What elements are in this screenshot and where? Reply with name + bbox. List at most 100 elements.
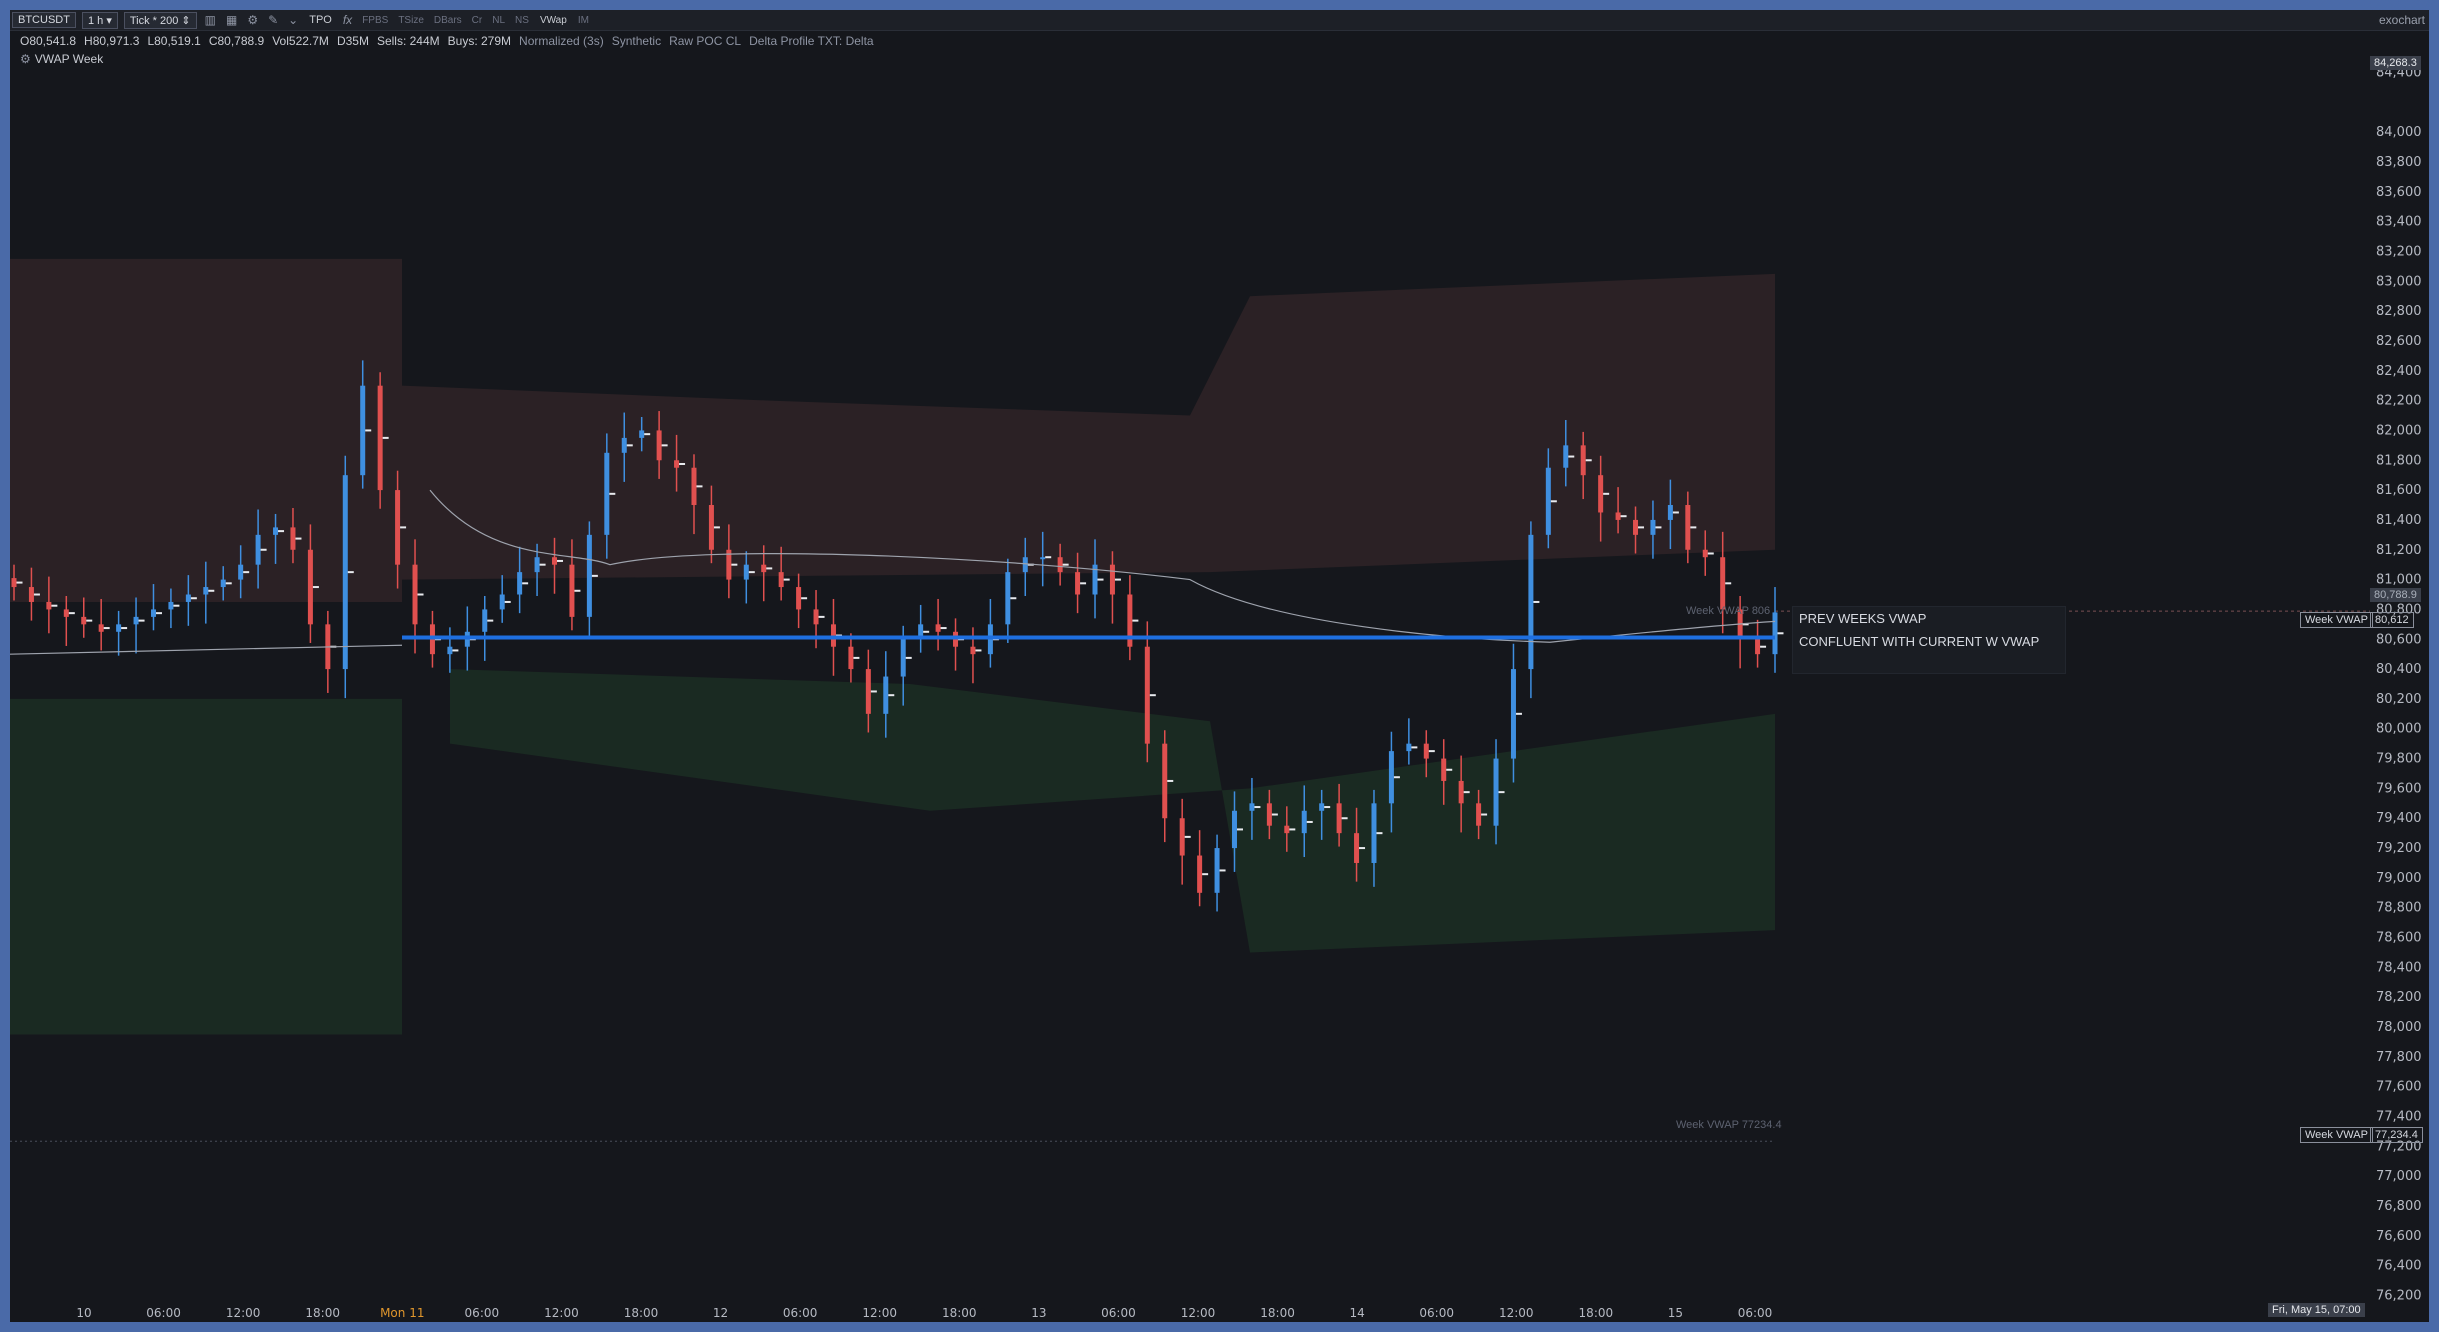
price-tick-label: 80,200 <box>2376 692 2422 707</box>
prev-vwap-chart-label: Week VWAP 77234.4 <box>1676 1119 1782 1131</box>
candle-body <box>1563 445 1569 468</box>
price-tick-label: 77,800 <box>2376 1050 2422 1065</box>
poc-marker <box>940 627 947 630</box>
tool-nl[interactable]: NL <box>490 15 507 26</box>
poc-marker <box>504 600 511 603</box>
symbol-selector[interactable]: BTCUSDT <box>12 12 76 28</box>
poc-marker <box>1167 779 1174 782</box>
candle-body <box>656 430 662 461</box>
candle-body <box>307 549 313 625</box>
candle-body <box>1214 848 1220 893</box>
prev-vwap-value-tag: 77,234.4 <box>2370 1127 2423 1143</box>
candle-body <box>1493 758 1499 826</box>
grid-icon[interactable]: ▦ <box>224 13 239 27</box>
candle-body <box>1458 780 1464 804</box>
price-tick-label: 77,600 <box>2376 1080 2422 1095</box>
tool-dbars[interactable]: DBars <box>432 15 464 26</box>
price-axis[interactable]: 84,40084,00083,80083,60083,40083,20083,0… <box>2370 30 2429 1304</box>
tool-tsize[interactable]: TSize <box>396 15 426 26</box>
time-tick-label: 18:00 <box>1260 1306 1295 1320</box>
chevron-down-icon: ▾ <box>106 14 112 27</box>
poc-marker <box>905 656 912 659</box>
candle-body <box>360 385 366 476</box>
poc-marker <box>1603 492 1610 495</box>
price-tick-label: 81,000 <box>2376 573 2422 588</box>
poc-marker <box>295 537 302 540</box>
poc-marker <box>975 649 982 652</box>
candle-body <box>1667 505 1673 520</box>
brand-label: exochart <box>2378 13 2425 27</box>
candle-body <box>273 527 279 535</box>
price-chart[interactable]: 84,40084,00083,80083,60083,40083,20083,0… <box>10 10 2429 1322</box>
poc-marker <box>103 627 110 630</box>
gear-icon[interactable]: ⚙ <box>20 52 31 66</box>
candle-body <box>796 587 802 610</box>
buys-value: Buys: 279M <box>447 34 512 48</box>
candle-body <box>1545 467 1551 535</box>
poc-marker <box>1184 835 1191 838</box>
vwap-value-tag: 80,612 <box>2370 612 2414 628</box>
candle-body <box>98 624 104 632</box>
close-value: C80,788.9 <box>208 34 265 48</box>
poc-marker <box>382 436 389 439</box>
candle-body <box>290 527 296 550</box>
settings-icon[interactable]: ⚙ <box>245 13 260 27</box>
poc-marker <box>766 567 773 570</box>
annotation-box[interactable]: PREV WEEKS VWAP CONFLUENT WITH CURRENT W… <box>1792 606 2066 674</box>
candle-body <box>46 601 52 610</box>
indicator-legend[interactable]: ⚙ VWAP Week <box>20 52 103 66</box>
candle-body <box>1284 825 1290 834</box>
timeframe-selector[interactable]: 1 h ▾ <box>81 11 118 29</box>
time-tick-label: Mon 11 <box>380 1306 424 1320</box>
candle-body <box>150 609 156 617</box>
tpo-button[interactable]: TPO <box>306 14 335 26</box>
price-tick-label: 78,000 <box>2376 1020 2422 1035</box>
vwap-chart-label: Week VWAP 806 <box>1686 605 1771 617</box>
candle-body <box>81 616 87 625</box>
price-tick-label: 80,600 <box>2376 632 2422 647</box>
tick-selector[interactable]: Tick * 200 ⇕ <box>123 11 197 29</box>
poc-marker <box>801 597 808 600</box>
function-button[interactable]: fx <box>341 13 354 27</box>
candle-body <box>133 616 139 625</box>
candle-body <box>517 572 523 595</box>
time-axis[interactable]: 10 06:00 12:00 18:00 Mon 11 06:00 12:00 18:00 12… <box>10 1302 2429 1322</box>
price-tick-label: 80,400 <box>2376 662 2422 677</box>
poc-marker <box>243 571 250 574</box>
poc-marker <box>1306 820 1313 823</box>
time-tick-label: 18:00 <box>1579 1306 1614 1320</box>
candle-body <box>708 505 714 550</box>
poc-marker <box>609 492 616 495</box>
chart-type-icon[interactable]: ▥ <box>203 13 218 27</box>
time-tick-label: 18:00 <box>305 1306 340 1320</box>
poc-marker <box>1760 645 1767 648</box>
tool-fpbs[interactable]: FPBS <box>360 15 390 26</box>
candle-body <box>534 557 540 573</box>
time-tick-label: 18:00 <box>624 1306 659 1320</box>
price-tick-label: 79,200 <box>2376 841 2422 856</box>
candle-body <box>778 572 784 588</box>
ohlc-info-bar: O80,541.8 H80,971.3 L80,519.1 C80,788.9 … <box>20 34 874 48</box>
tool-ns[interactable]: NS <box>513 15 531 26</box>
poc-marker <box>923 630 930 633</box>
poc-marker <box>1376 832 1383 835</box>
indicator-name: VWAP Week <box>34 52 104 66</box>
candle-body <box>342 475 348 670</box>
tool-vwap[interactable]: VWap <box>537 15 570 26</box>
chevron-down-icon[interactable]: ⌄ <box>286 13 300 27</box>
candle-body <box>377 385 383 491</box>
candle-body <box>621 437 627 453</box>
candle-body <box>1510 669 1516 759</box>
tool-cr[interactable]: Cr <box>470 15 485 26</box>
candle-body <box>1388 751 1394 804</box>
poc-marker <box>888 694 895 697</box>
poc-marker <box>1690 526 1697 529</box>
poc-marker <box>260 548 267 551</box>
poc-marker <box>1080 582 1087 585</box>
drawing-icon[interactable]: ✎ <box>266 13 280 27</box>
poc-marker <box>1515 712 1522 715</box>
poc-marker <box>51 604 58 607</box>
poc-marker <box>644 433 651 436</box>
poc-marker <box>173 604 180 607</box>
tool-im[interactable]: IM <box>576 15 591 26</box>
